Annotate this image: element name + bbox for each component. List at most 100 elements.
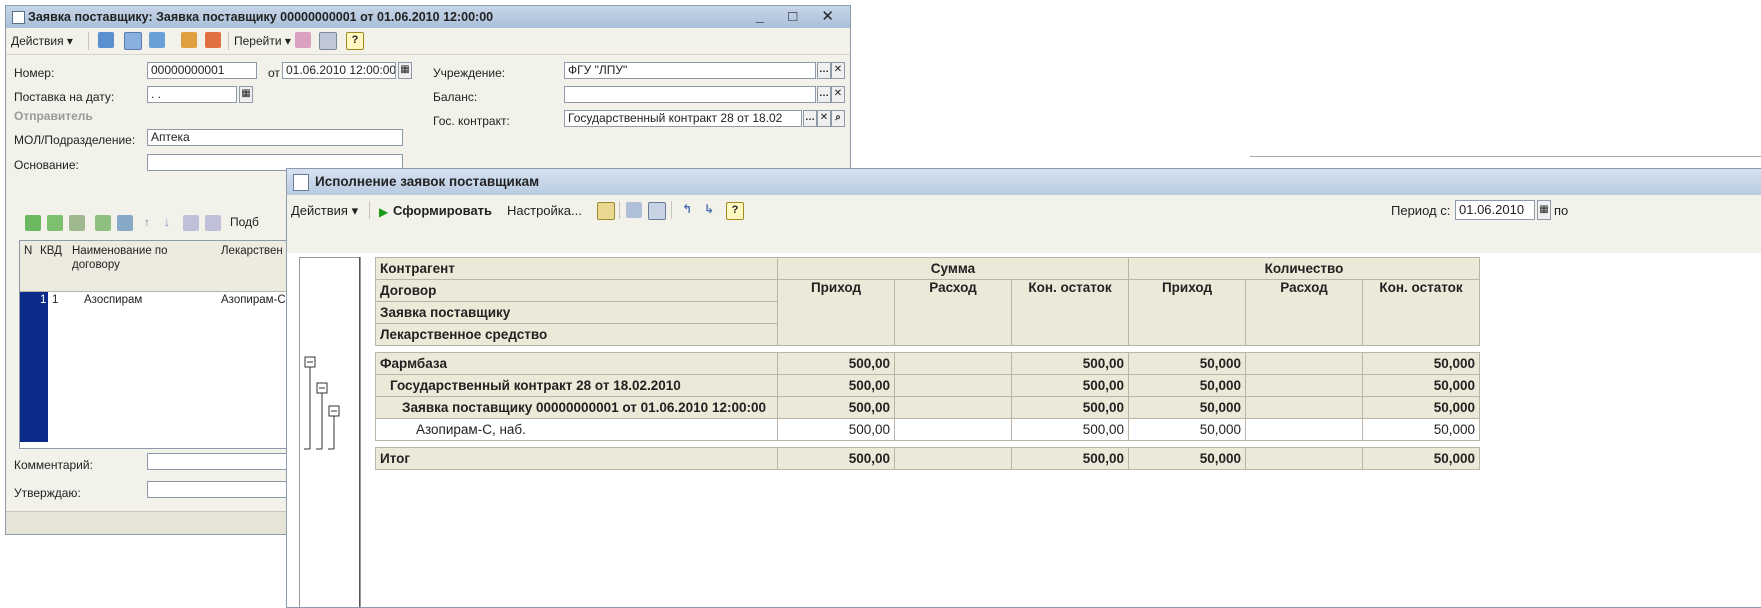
expand-icon[interactable]: ↰ bbox=[679, 202, 695, 218]
report-toolbar: Действия ▾ ▶ Сформировать Настройка... ↰… bbox=[287, 195, 1761, 226]
move-up-icon[interactable]: ↑ bbox=[139, 215, 155, 231]
move-down-icon[interactable]: ↓ bbox=[159, 215, 175, 231]
cell-qty-in: 50,000 bbox=[1128, 396, 1246, 419]
cell-qty-rest: 50,000 bbox=[1362, 374, 1480, 397]
calendar-icon[interactable]: ▦ bbox=[1537, 200, 1551, 220]
structure-icon[interactable] bbox=[319, 32, 337, 50]
actions-menu[interactable]: Действия ▾ bbox=[11, 34, 73, 48]
col-drug[interactable]: Лекарствен bbox=[221, 244, 283, 258]
filter-icon[interactable] bbox=[597, 202, 615, 220]
delivery-date-field[interactable]: . . bbox=[147, 86, 237, 103]
add-row-icon[interactable] bbox=[25, 215, 41, 231]
select-button[interactable]: … bbox=[817, 86, 831, 103]
header-drug: Лекарственное средство bbox=[375, 323, 778, 346]
report-window: Исполнение заявок поставщикам Действия ▾… bbox=[286, 168, 1761, 608]
col-name[interactable]: Наименование по договору bbox=[72, 244, 182, 272]
tree-icon[interactable] bbox=[626, 202, 642, 218]
institution-field[interactable]: ФГУ "ЛПУ" bbox=[564, 62, 816, 79]
mol-label: МОЛ/Подразделение: bbox=[14, 133, 136, 147]
report-row[interactable]: Заявка поставщику 00000000001 от 01.06.2… bbox=[375, 396, 1480, 419]
edit-row-icon[interactable] bbox=[69, 215, 85, 231]
row-selector[interactable] bbox=[20, 292, 48, 442]
record-icon[interactable] bbox=[124, 32, 142, 50]
post-icon[interactable] bbox=[181, 32, 197, 48]
cell-qty-rest: 50,000 bbox=[1362, 352, 1480, 375]
refresh-icon[interactable] bbox=[149, 32, 165, 48]
unpost-icon[interactable] bbox=[205, 32, 221, 48]
total-qty-rest: 50,000 bbox=[1362, 447, 1480, 470]
header-contract: Договор bbox=[375, 279, 778, 302]
help-button[interactable]: ? bbox=[726, 202, 744, 220]
search-icon[interactable]: ⌕ bbox=[831, 110, 845, 127]
select-button[interactable]: … bbox=[803, 110, 817, 127]
clear-icon[interactable]: ✕ bbox=[817, 110, 831, 127]
clear-icon[interactable]: ✕ bbox=[831, 86, 845, 103]
table-row[interactable]: 1 1 Азоспирам Азопирам-С bbox=[20, 292, 310, 309]
cell-sum-rest: 500,00 bbox=[1011, 352, 1129, 375]
header-sum-in: Приход bbox=[777, 279, 895, 346]
approve-label: Утверждаю: bbox=[14, 486, 81, 500]
actions-menu[interactable]: Действия ▾ bbox=[291, 203, 358, 219]
row-name: Государственный контракт 28 от 18.02.201… bbox=[375, 374, 778, 397]
balance-field[interactable] bbox=[564, 86, 816, 103]
window-controls[interactable]: _ □ ✕ bbox=[756, 6, 844, 28]
total-label: Итог bbox=[375, 447, 778, 470]
cell-sum-rest: 500,00 bbox=[1011, 396, 1129, 419]
period-label: Период с: bbox=[1391, 203, 1451, 218]
report-row[interactable]: Азопирам-С, наб. 500,00 500,00 50,000 50… bbox=[375, 418, 1480, 441]
report-row[interactable]: Государственный контракт 28 от 18.02.201… bbox=[375, 374, 1480, 397]
header-contractor: Контрагент bbox=[375, 257, 778, 280]
calendar-icon[interactable]: ▦ bbox=[398, 62, 412, 79]
grid-toolbar: ↑ ↓ Подб bbox=[20, 213, 290, 233]
contract-field[interactable]: Государственный контракт 28 от 18.02 bbox=[564, 110, 802, 127]
select-button[interactable]: … bbox=[817, 62, 831, 79]
period-from-field[interactable]: 01.06.2010 bbox=[1455, 200, 1535, 220]
window-title: Исполнение заявок поставщикам bbox=[315, 174, 540, 189]
col-n[interactable]: N bbox=[24, 244, 32, 258]
sort-desc-icon[interactable] bbox=[205, 215, 221, 231]
goods-table: N КВД Наименование по договору Лекарстве… bbox=[19, 240, 311, 449]
generate-button[interactable]: Сформировать bbox=[393, 203, 492, 218]
cell-kvd: 1 bbox=[52, 294, 59, 306]
pick-button[interactable]: Подб bbox=[230, 215, 259, 229]
cell-qty-in: 50,000 bbox=[1128, 374, 1246, 397]
total-qty-out bbox=[1245, 447, 1363, 470]
number-label: Номер: bbox=[14, 66, 55, 80]
comment-field[interactable] bbox=[147, 453, 307, 470]
play-icon[interactable]: ▶ bbox=[379, 205, 388, 219]
report-row[interactable]: Фармбаза 500,00 500,00 50,000 50,000 bbox=[375, 352, 1480, 375]
cell-qty-out bbox=[1245, 374, 1363, 397]
sort-asc-icon[interactable] bbox=[183, 215, 199, 231]
clear-icon[interactable]: ✕ bbox=[831, 62, 845, 79]
end-edit-icon[interactable] bbox=[117, 215, 133, 231]
calendar-icon[interactable]: ▦ bbox=[239, 86, 253, 103]
help-button[interactable]: ? bbox=[346, 32, 364, 50]
total-row[interactable]: Итог 500,00 500,00 50,000 50,000 bbox=[375, 447, 1480, 470]
header-order: Заявка поставщику bbox=[375, 301, 778, 324]
header-qty-in: Приход bbox=[1128, 279, 1246, 346]
settings-button[interactable]: Настройка... bbox=[507, 203, 582, 218]
copy-row-icon[interactable] bbox=[47, 215, 63, 231]
delete-row-icon[interactable] bbox=[95, 215, 111, 231]
table-icon[interactable] bbox=[648, 202, 666, 220]
date-field[interactable]: 01.06.2010 12:00:00 bbox=[282, 62, 396, 79]
dt-kt-icon[interactable] bbox=[295, 32, 311, 48]
cell-qty-rest: 50,000 bbox=[1362, 396, 1480, 419]
cell-qty-out bbox=[1245, 418, 1363, 441]
col-kvd[interactable]: КВД bbox=[40, 244, 62, 258]
number-field[interactable]: 00000000001 bbox=[147, 62, 257, 79]
mol-field[interactable]: Аптека bbox=[147, 129, 403, 146]
row-name: Азопирам-С, наб. bbox=[375, 418, 778, 441]
comment-label: Комментарий: bbox=[14, 458, 93, 472]
total-sum-rest: 500,00 bbox=[1011, 447, 1129, 470]
delivery-date-label: Поставка на дату: bbox=[14, 90, 115, 104]
window-titlebar[interactable]: Заявка поставщику: Заявка поставщику 000… bbox=[6, 6, 850, 28]
goto-menu[interactable]: Перейти ▾ bbox=[234, 34, 291, 48]
approve-field[interactable] bbox=[147, 481, 307, 498]
window-titlebar[interactable]: Исполнение заявок поставщикам bbox=[287, 169, 1761, 195]
header-qty-out: Расход bbox=[1245, 279, 1363, 346]
collapse-icon[interactable]: ↳ bbox=[701, 202, 717, 218]
cell-sum-rest: 500,00 bbox=[1011, 418, 1129, 441]
total-sum-out bbox=[894, 447, 1012, 470]
back-arrow-icon[interactable] bbox=[98, 32, 114, 48]
